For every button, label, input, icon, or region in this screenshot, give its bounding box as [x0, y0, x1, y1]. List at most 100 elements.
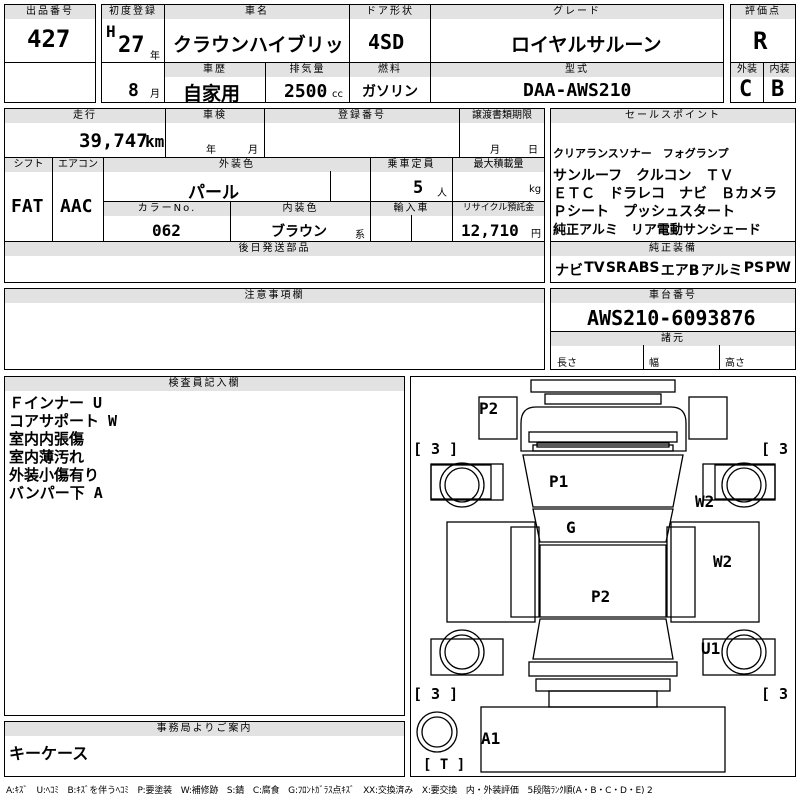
sales-point: クリアランスソナー フォグランプ — [553, 147, 729, 160]
equip-item: アルミ — [700, 263, 743, 279]
model-code-cell: 型式 DAA-AWS210 — [430, 62, 724, 103]
displacement-cell: 排気量 2500 cc — [265, 62, 350, 103]
displacement-label: 排気量 — [266, 63, 349, 77]
color-no-cell: カラーNo. 062 — [103, 201, 231, 242]
later-parts-label: 後日発送部品 — [5, 242, 544, 256]
equip-item: SR — [605, 260, 627, 276]
month-unit: 月 — [150, 89, 160, 100]
reg-no-cell: 登録番号 — [264, 108, 460, 158]
aircon: AAC — [60, 196, 93, 217]
era: H — [106, 22, 116, 41]
year-unit: 年 — [150, 51, 160, 62]
inspector-note: バンパー下 A — [9, 484, 103, 502]
grade-cell: グレード ロイヤルサルーン — [430, 4, 724, 63]
lot-no-cell: 出品番号 427 — [4, 4, 96, 63]
max-load-label: 最大積載量 — [453, 158, 544, 172]
notes-cell: 注意事項欄 — [4, 288, 545, 370]
sales-points-cell: セールスポイント クリアランスソナー フォグランプ サンルーフ クルコン ＴＶ … — [550, 108, 796, 242]
notes-label: 注意事項欄 — [5, 289, 544, 303]
inspection-cell: 車検年 月 — [165, 108, 265, 158]
ext-color-label: 外装色 — [104, 158, 370, 172]
history: 自家用 — [183, 83, 241, 103]
deadline-month: 月 — [490, 145, 500, 156]
ext-grade-cell: 外装 C — [730, 62, 764, 103]
damage-code: P1 — [549, 472, 569, 491]
model-code-label: 型式 — [431, 63, 723, 77]
reg-no-label: 登録番号 — [265, 109, 459, 123]
inspector-note: コアサポート W — [9, 412, 118, 430]
int-grade-cell: 内装 B — [763, 62, 796, 103]
color-no: 062 — [152, 221, 181, 240]
int-color-label: 内装色 — [231, 202, 370, 216]
history-cell: 車歴 自家用 — [164, 62, 266, 103]
score-label: 評価点 — [731, 5, 795, 19]
model-code: DAA-AWS210 — [523, 80, 632, 101]
spec-length: 長さ — [557, 358, 577, 369]
deadline-label: 譲渡書類期限 — [460, 109, 544, 123]
door-cell: ドア形状 4SD — [349, 4, 431, 63]
inspector-note: Ｆインナー U — [9, 394, 103, 412]
fuel-label: 燃料 — [350, 63, 430, 77]
displacement: 2500 — [284, 81, 328, 102]
damage-code: A1 — [481, 729, 501, 748]
inspector-label: 検査員記入欄 — [5, 377, 404, 391]
ext-color: パール — [188, 183, 239, 202]
equip-item: PS — [743, 260, 765, 276]
damage-code: W2 — [713, 552, 733, 571]
int-color-cell: 内装色 ブラウン 系 — [230, 201, 371, 242]
inspection-label: 車検 — [166, 109, 264, 123]
genuine-equip-cell: 純正装備 ナビ TV SR ABS エアB アルミ PS PW — [550, 241, 796, 283]
equip-item: ナビ — [555, 263, 583, 279]
tire-label: [ 3 ] — [761, 440, 795, 458]
fuel: ガソリン — [362, 84, 418, 100]
load-unit: kg — [529, 184, 542, 195]
color-no-label: カラーNo. — [104, 202, 230, 216]
mileage-cell: 走行 39,747 km — [4, 108, 166, 158]
int-color-suffix: 系 — [355, 230, 365, 241]
shift-label: シフト — [5, 158, 52, 172]
specs-cell: 諸元 長さ 幅 高さ — [550, 331, 796, 370]
recycle-label: リサイクル預託金 — [453, 202, 544, 216]
spec-width: 幅 — [649, 358, 659, 369]
score-cell: 評価点 R — [730, 4, 796, 63]
reg-year: 27 — [118, 33, 145, 58]
car-name: クラウンハイブリッド — [173, 34, 350, 56]
inspector-cell: 検査員記入欄 Ｆインナー U コアサポート W 室内内張傷 室内薄汚れ 外装小傷… — [4, 376, 405, 716]
import-label: 輸入車 — [371, 202, 452, 216]
aircon-label: エアコン — [53, 158, 103, 172]
damage-legend: A:ｷｽﾞ U:ﾍｺﾐ B:ｷｽﾞを伴うﾍｺﾐ P:要塗装 W:補修跡 S:錆 … — [6, 786, 653, 796]
lot-no-lower — [4, 62, 96, 103]
trunk-label: [ T ] — [423, 757, 466, 773]
genuine-equip-label: 純正装備 — [551, 242, 795, 256]
fuel-cell: 燃料 ガソリン — [349, 62, 431, 103]
office-label: 事務局よりご案内 — [5, 722, 404, 736]
sales-point: サンルーフ クルコン ＴＶ — [553, 168, 734, 184]
displacement-unit: cc — [332, 89, 343, 100]
ext-color-cell: 外装色パール — [103, 157, 371, 202]
sales-point: Ｐシート プッシュスタート — [553, 204, 735, 220]
lot-no: 427 — [27, 25, 71, 53]
tire-label: [ 3 ] — [413, 440, 459, 458]
equip-item: ABS — [627, 260, 660, 276]
car-outline — [416, 379, 776, 773]
recycle-unit: 円 — [531, 229, 541, 240]
insp-year: 年 — [206, 145, 216, 156]
capacity-cell: 乗車定員 5 人 — [370, 157, 453, 202]
mileage-unit: km — [145, 132, 165, 151]
first-reg-label: 初度登録 — [102, 5, 164, 19]
score: R — [753, 27, 768, 55]
history-label: 車歴 — [165, 63, 265, 77]
damage-code: W2 — [695, 492, 715, 511]
tire-label: [ 3 ] — [761, 685, 795, 703]
equip-item: PW — [765, 260, 791, 276]
recycle-cell: リサイクル預託金 12,710 円 — [452, 201, 545, 242]
equip-item: エアB — [660, 263, 700, 279]
capacity-unit: 人 — [437, 188, 447, 199]
chassis-label: 車台番号 — [551, 289, 795, 303]
sales-points-label: セールスポイント — [551, 109, 795, 123]
insp-month: 月 — [248, 145, 258, 156]
capacity: 5 — [413, 178, 424, 198]
deadline-day: 日 — [528, 145, 538, 156]
reg-month: 8 — [128, 80, 139, 101]
aircon-cell: エアコン AAC — [52, 157, 104, 242]
